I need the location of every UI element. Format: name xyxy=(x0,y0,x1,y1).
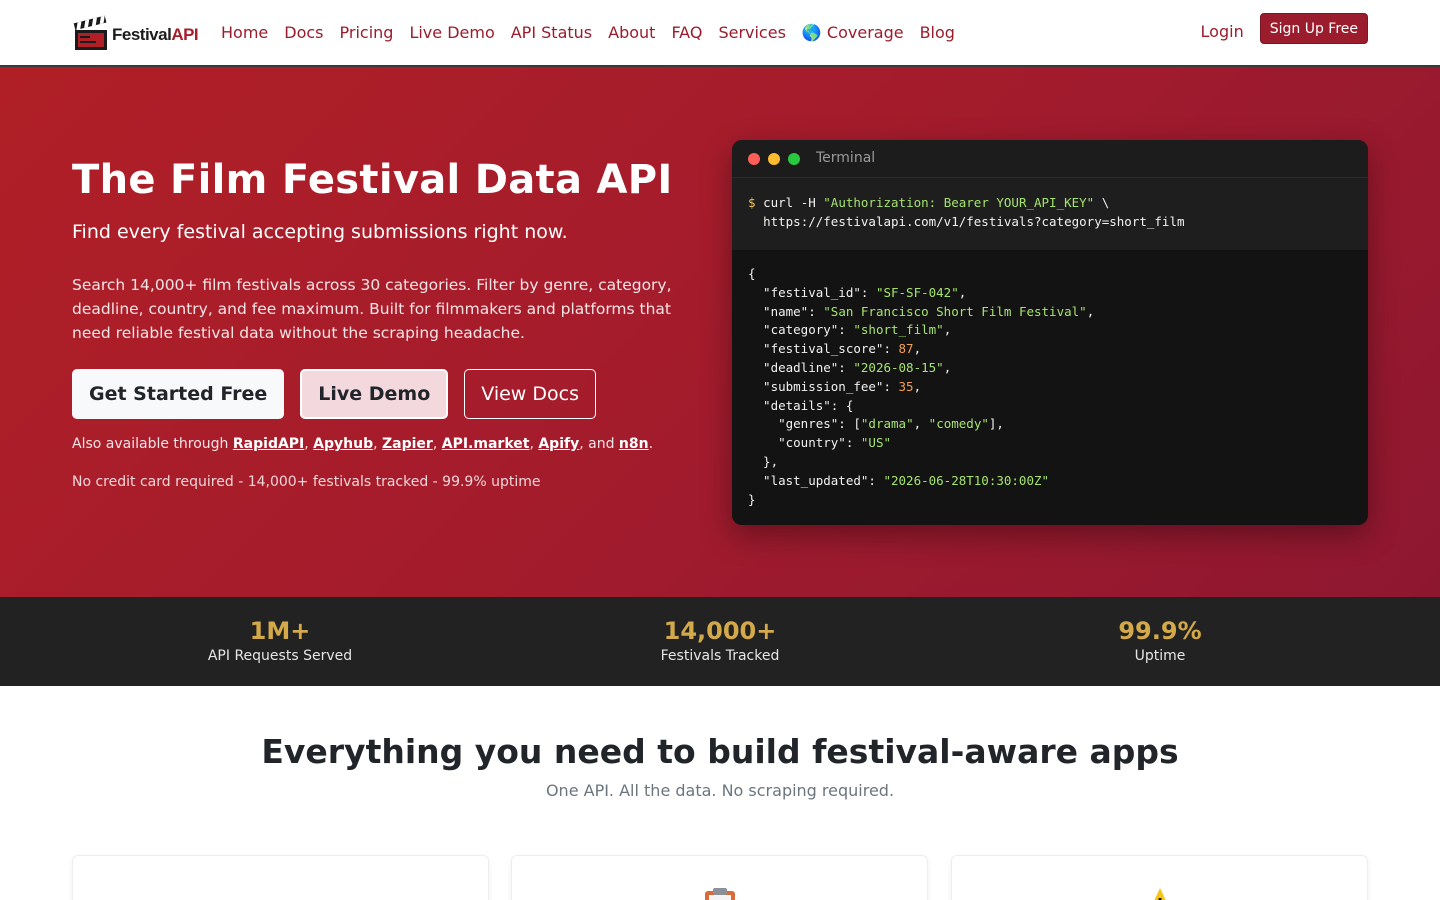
platforms-line: Also available through RapidAPI, Apyhub,… xyxy=(72,436,654,452)
nav-link-faq[interactable]: FAQ xyxy=(663,20,710,46)
close-dot-icon xyxy=(748,153,760,165)
hero-section: The Film Festival Data API Find every fe… xyxy=(0,67,1440,597)
warning-icon xyxy=(1135,886,1185,900)
brand-name: FestivalAPI xyxy=(112,25,199,44)
stats-bar: 1M+ API Requests Served 14,000+ Festival… xyxy=(0,597,1440,686)
stat-festivals: 14,000+ Festivals Tracked xyxy=(500,615,940,664)
feature-card xyxy=(72,855,489,900)
nav-link-blog[interactable]: Blog xyxy=(912,20,963,46)
clapperboard-icon xyxy=(256,886,306,900)
terminal-url: https://festivalapi.com/v1/festivals?cat… xyxy=(763,214,1185,229)
live-demo-button[interactable]: Live Demo xyxy=(300,369,449,419)
platform-link-n8n[interactable]: n8n xyxy=(619,436,649,452)
nav-link-coverage[interactable]: 🌎 Coverage xyxy=(794,20,912,46)
nav-link-api-status[interactable]: API Status xyxy=(503,20,600,46)
platform-link-api-market[interactable]: API.market xyxy=(442,436,530,452)
minimize-dot-icon xyxy=(768,153,780,165)
hero-title: The Film Festival Data API xyxy=(72,157,673,203)
stat-requests: 1M+ API Requests Served xyxy=(60,615,500,664)
feature-card xyxy=(951,855,1368,900)
stat-label: Festivals Tracked xyxy=(660,648,780,664)
feature-card xyxy=(511,855,928,900)
terminal-window: Terminal $ curl -H "Authorization: Beare… xyxy=(732,140,1368,525)
hero-description: Search 14,000+ film festivals across 30 … xyxy=(72,276,672,342)
terminal-command: $ curl -H "Authorization: Bearer YOUR_AP… xyxy=(732,178,1368,250)
stat-uptime: 99.9% Uptime xyxy=(940,615,1380,664)
stat-label: API Requests Served xyxy=(207,648,353,664)
stat-value: 1M+ xyxy=(249,617,311,645)
terminal-title: Terminal xyxy=(816,150,876,166)
nav-link-live-demo[interactable]: Live Demo xyxy=(401,20,502,46)
nav-actions: Login Sign Up Free xyxy=(1201,13,1368,44)
features-subtitle: One API. All the data. No scraping requi… xyxy=(545,781,895,800)
nav-links: Home Docs Pricing Live Demo API Status A… xyxy=(213,20,963,46)
terminal-response: { "festival_id": "SF-SF-042", "name": "S… xyxy=(748,266,1095,507)
platform-link-apyhub[interactable]: Apyhub xyxy=(313,436,373,452)
view-docs-button[interactable]: View Docs xyxy=(464,369,596,419)
platform-link-zapier[interactable]: Zapier xyxy=(382,436,433,452)
terminal-header: Terminal xyxy=(732,140,1368,178)
maximize-dot-icon xyxy=(788,153,800,165)
nav-link-services[interactable]: Services xyxy=(710,20,793,46)
clipboard-icon xyxy=(695,886,745,900)
nav-link-home[interactable]: Home xyxy=(213,20,276,46)
brand-logo-link[interactable]: FestivalAPI xyxy=(72,14,199,52)
nav-link-docs[interactable]: Docs xyxy=(276,20,331,46)
platform-link-apify[interactable]: Apify xyxy=(538,436,579,452)
clapperboard-logo-icon xyxy=(72,14,110,52)
platform-link-rapidapi[interactable]: RapidAPI xyxy=(233,436,304,452)
features-title: Everything you need to build festival-aw… xyxy=(261,732,1179,771)
navbar: FestivalAPI Home Docs Pricing Live Demo … xyxy=(0,0,1440,67)
stat-value: 99.9% xyxy=(1118,617,1202,645)
login-link[interactable]: Login xyxy=(1201,22,1244,41)
signup-button[interactable]: Sign Up Free xyxy=(1259,13,1368,44)
stat-value: 14,000+ xyxy=(663,617,777,645)
hero-subtitle: Find every festival accepting submission… xyxy=(72,221,568,243)
stat-label: Uptime xyxy=(1134,648,1186,664)
nav-link-about[interactable]: About xyxy=(600,20,663,46)
hero-buttons: Get Started Free Live Demo View Docs xyxy=(72,369,596,419)
get-started-button[interactable]: Get Started Free xyxy=(72,369,285,419)
hero-note: No credit card required - 14,000+ festiv… xyxy=(72,474,541,490)
nav-link-pricing[interactable]: Pricing xyxy=(332,20,402,46)
